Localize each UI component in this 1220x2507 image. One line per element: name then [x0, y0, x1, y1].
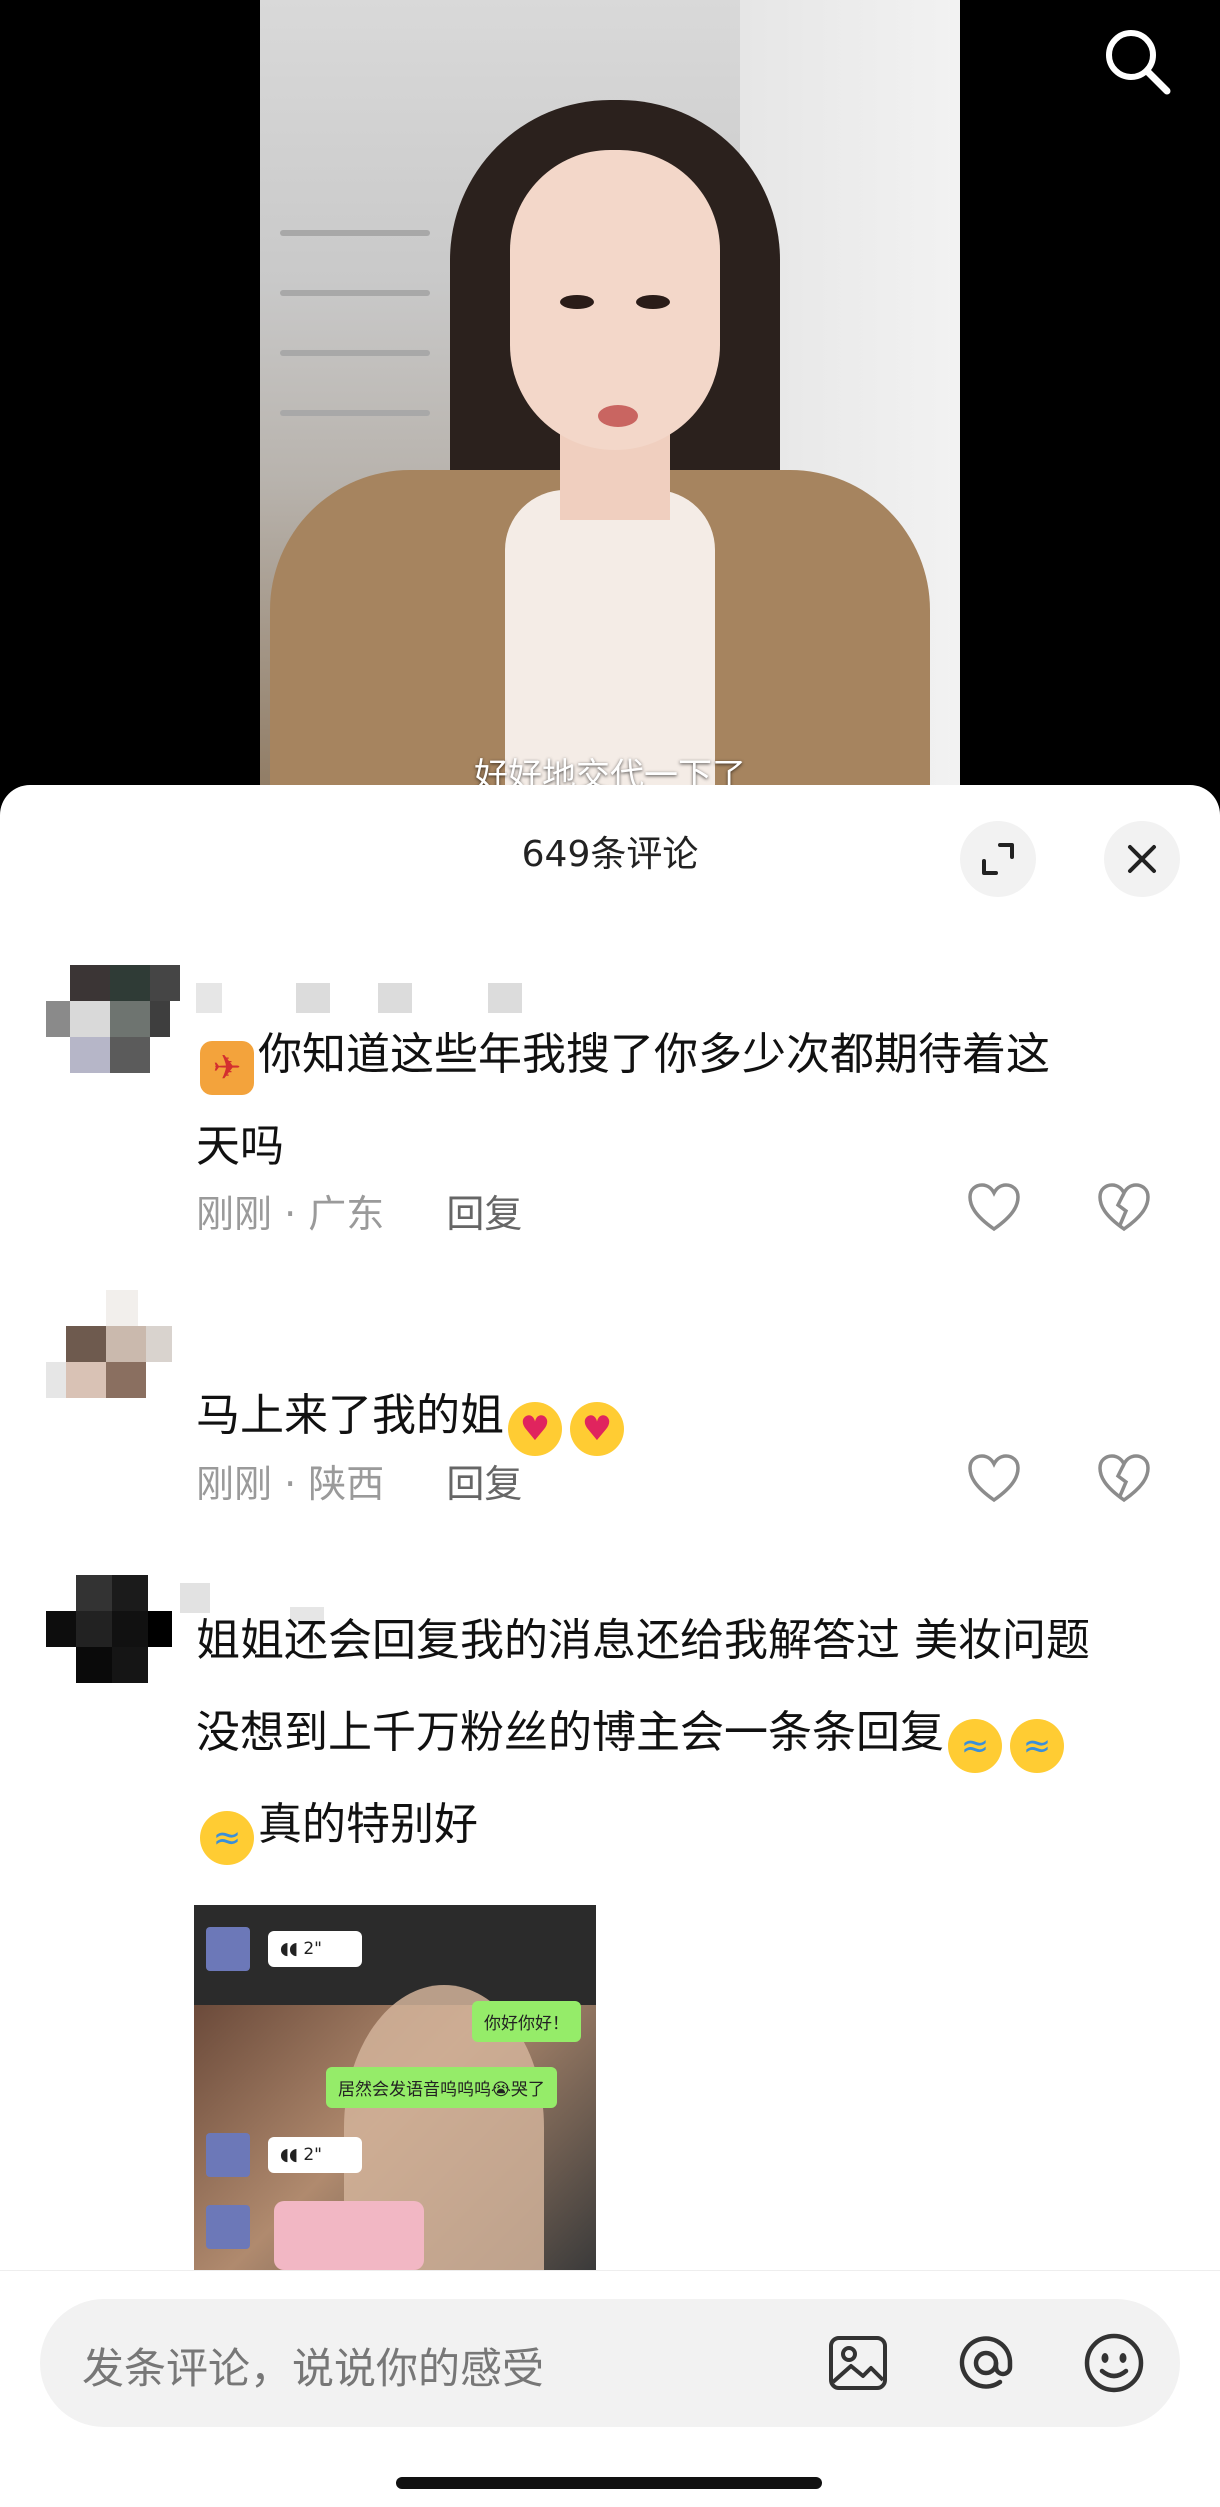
- voice-icon: ◖◖: [280, 2145, 304, 2165]
- dislike-button[interactable]: [1092, 1175, 1156, 1239]
- broken-heart-icon: [1098, 1454, 1150, 1503]
- comment-input-bar: 发条评论，说说你的感受: [0, 2270, 1220, 2507]
- emoji-icon: [1084, 2333, 1144, 2393]
- image-button[interactable]: [824, 2329, 892, 2397]
- comment-meta: 刚刚 · 陕西 回复: [196, 1462, 523, 1506]
- comment-location: 广东: [308, 1192, 385, 1236]
- avatar[interactable]: [46, 1290, 176, 1400]
- like-button[interactable]: [962, 1175, 1026, 1239]
- heart-eyes-emoji-icon: ♥: [570, 1402, 624, 1456]
- avatar[interactable]: [46, 965, 180, 1075]
- expand-icon: [982, 843, 1014, 875]
- chat-bubble: 居然会发语音呜呜呜😭哭了: [326, 2067, 557, 2108]
- comment-item: 姐姐还会回复我的消息还给我解答过 美妆问题 没想到上千万粉丝的博主会一条条回复 ≈…: [0, 1575, 1220, 2275]
- comment-time: 刚刚: [196, 1192, 273, 1236]
- comment-sheet: 649条评论 ✈ 你知道这些年我搜了你多少次都期待着这 天吗 刚刚 · 广东 回…: [0, 785, 1220, 2506]
- comment-attached-image[interactable]: ◖◖ 2" 你好你好！ 居然会发语音呜呜呜😭哭了 ◖◖ 2": [194, 1905, 596, 2270]
- search-icon: [1106, 30, 1171, 95]
- emoji-button[interactable]: [1080, 2329, 1148, 2397]
- dislike-button[interactable]: [1092, 1446, 1156, 1510]
- heart-eyes-emoji-icon: ♥: [508, 1402, 562, 1456]
- voice-icon: ◖◖: [280, 1939, 304, 1959]
- mention-button[interactable]: [952, 2329, 1020, 2397]
- comment-location: 陕西: [308, 1462, 385, 1506]
- broken-heart-icon: [1098, 1183, 1150, 1232]
- video-player[interactable]: 好好地交代一下了: [0, 0, 1220, 800]
- reply-button[interactable]: 回复: [446, 1192, 522, 1236]
- comment-count-title: 649条评论: [521, 834, 699, 875]
- heart-outline-icon: [968, 1183, 1020, 1232]
- voice-message: ◖◖ 2": [268, 2137, 362, 2173]
- crying-emoji-icon: ≈: [948, 1719, 1002, 1773]
- heart-outline-icon: [968, 1454, 1020, 1503]
- avatar: [206, 2133, 250, 2177]
- at-icon: [959, 2336, 1013, 2389]
- home-indicator: [396, 2477, 822, 2489]
- like-button[interactable]: [962, 1446, 1026, 1510]
- close-button[interactable]: [1104, 821, 1180, 897]
- reply-button[interactable]: 回复: [446, 1462, 522, 1506]
- avatar: [206, 1927, 250, 1971]
- close-icon: [1128, 845, 1156, 873]
- chat-bubble: 你好你好！: [472, 2001, 581, 2042]
- comment-time: 刚刚: [196, 1462, 273, 1506]
- comment-text: ✈ 你知道这些年我搜了你多少次都期待着这 天吗: [196, 1029, 1050, 1172]
- crying-emoji-icon: ≈: [200, 1811, 254, 1865]
- comment-input-placeholder: 发条评论，说说你的感受: [82, 2344, 545, 2393]
- comment-text: 姐姐还会回复我的消息还给我解答过 美妆问题 没想到上千万粉丝的博主会一条条回复 ≈…: [196, 1595, 1176, 1871]
- comment-item: 马上来了我的姐 ♥ ♥ 刚刚 · 陕西 回复: [0, 1290, 1220, 1510]
- image-icon: [829, 2336, 887, 2390]
- avatar[interactable]: [46, 1575, 176, 1685]
- search-button[interactable]: [1098, 22, 1176, 100]
- crying-emoji-icon: ≈: [1010, 1719, 1064, 1773]
- voice-message: ◖◖ 2": [268, 1931, 362, 1967]
- sticker-icon: ✈: [200, 1041, 254, 1095]
- person-face: [510, 150, 720, 450]
- sticker-image: [274, 2201, 424, 2270]
- video-frame: [260, 0, 960, 800]
- comment-item: ✈ 你知道这些年我搜了你多少次都期待着这 天吗 刚刚 · 广东 回复: [0, 965, 1220, 1255]
- avatar: [206, 2205, 250, 2249]
- comment-meta: 刚刚 · 广东 回复: [196, 1192, 523, 1236]
- comment-input[interactable]: 发条评论，说说你的感受: [40, 2299, 1180, 2427]
- expand-button[interactable]: [960, 821, 1036, 897]
